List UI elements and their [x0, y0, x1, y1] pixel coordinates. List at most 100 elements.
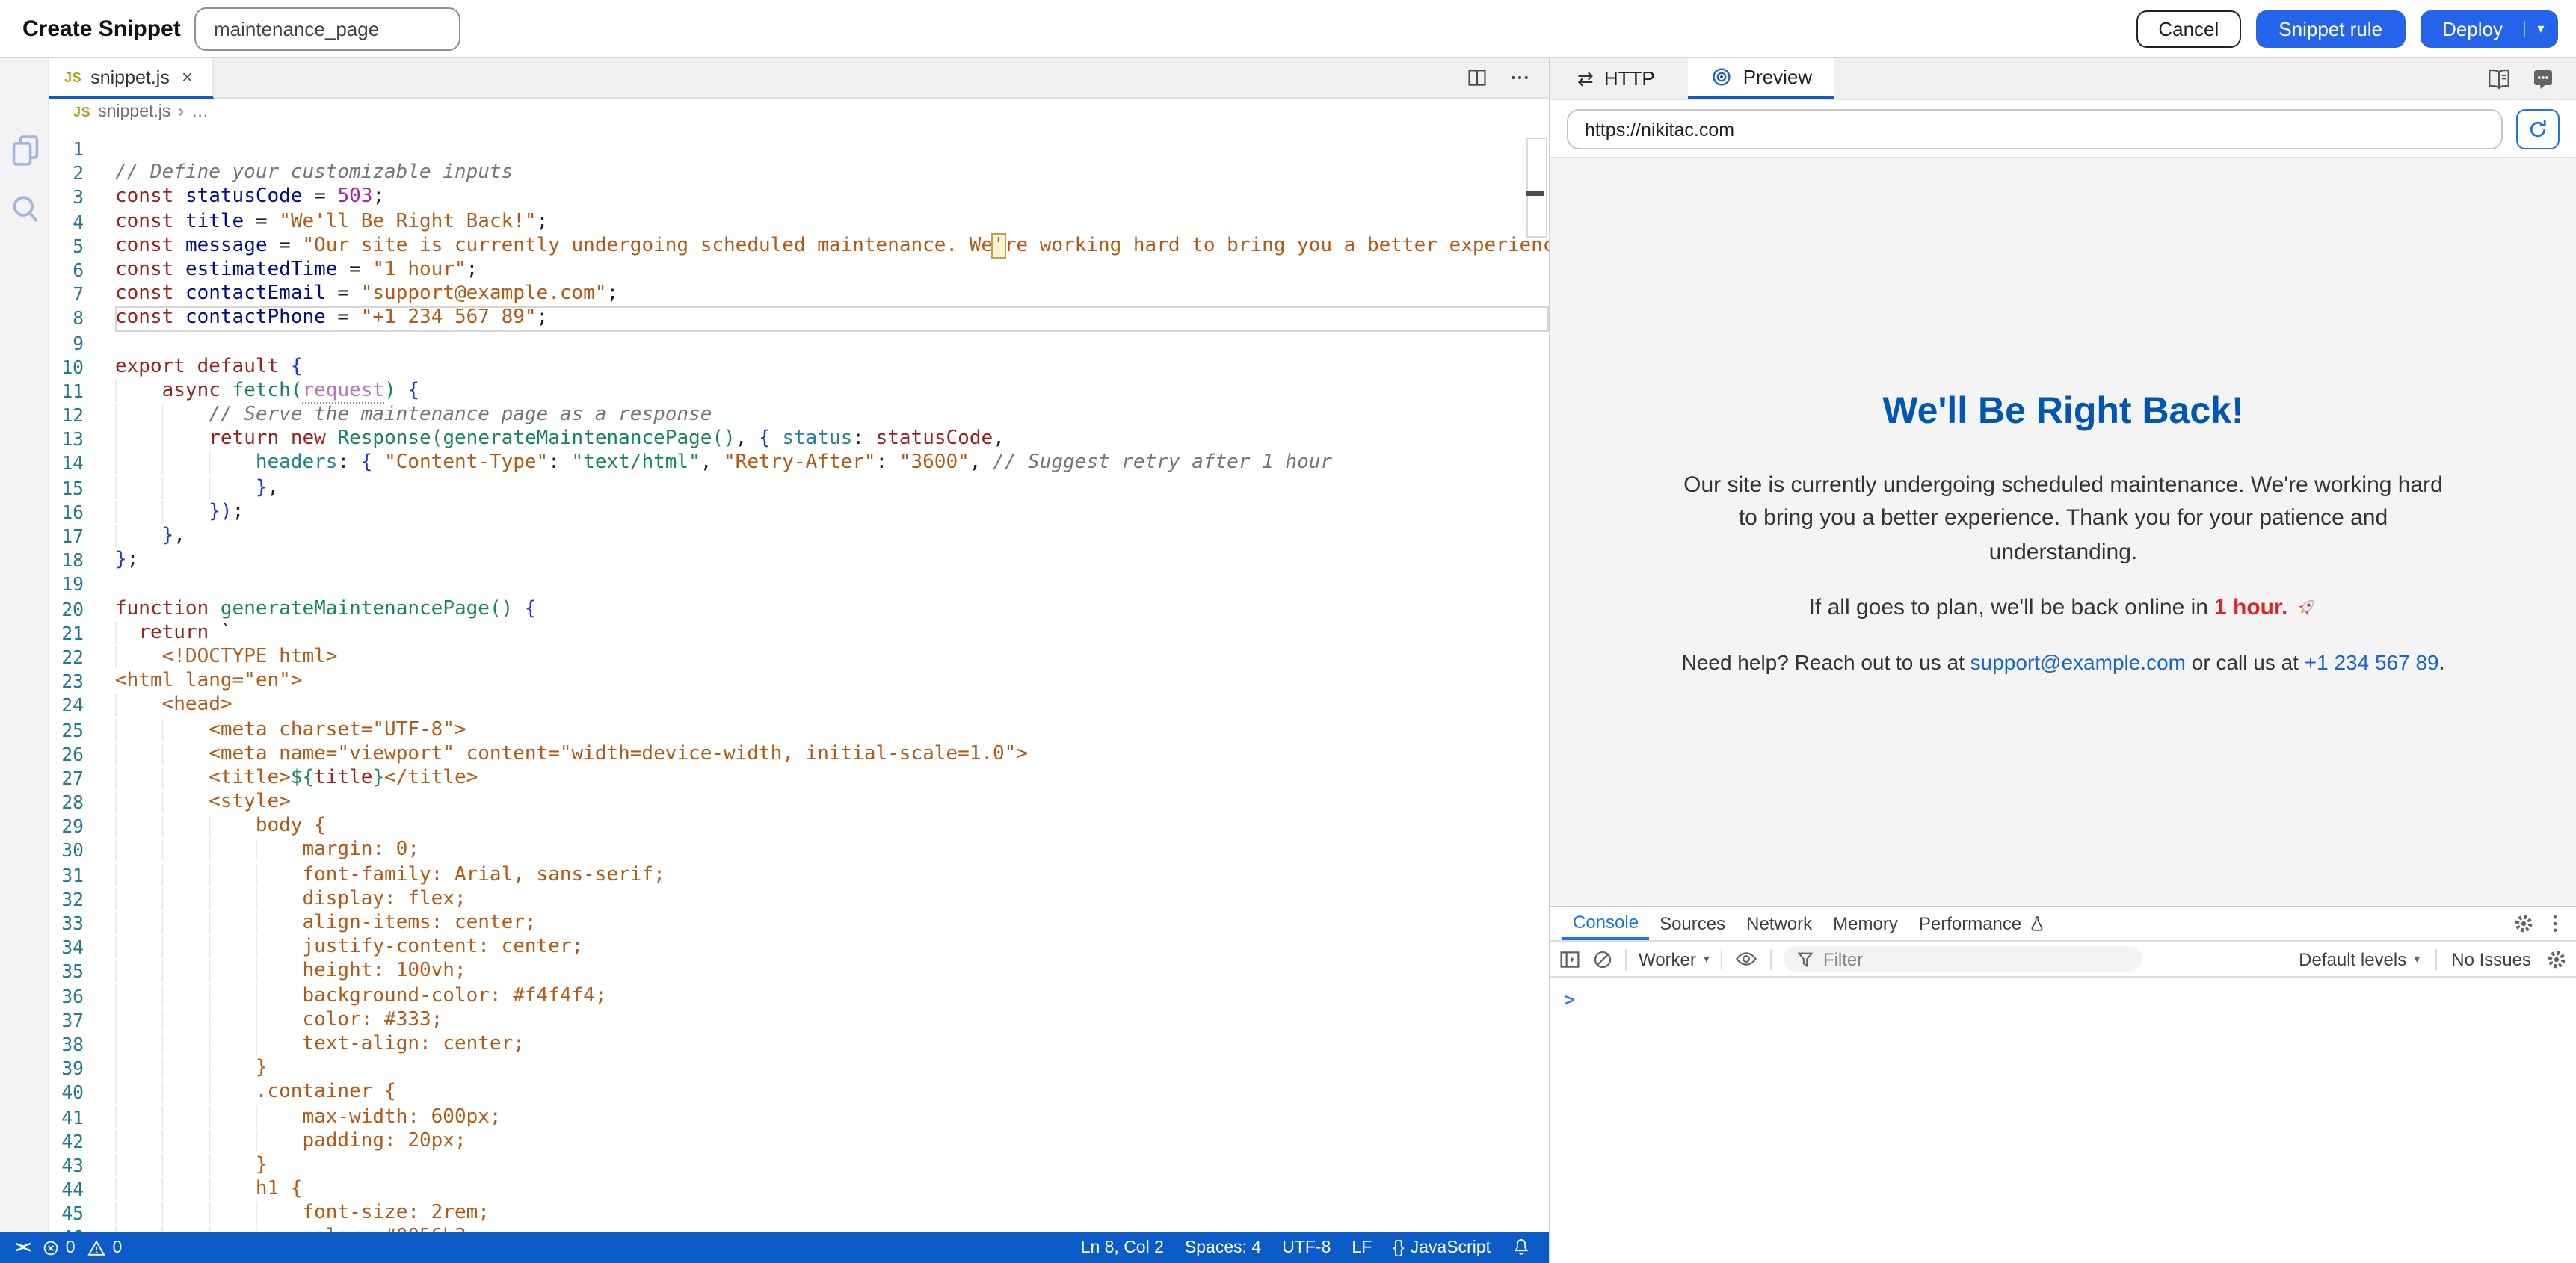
- code-line-36[interactable]: 36 background-color: #f4f4f4;: [49, 984, 1549, 1008]
- code-line-15[interactable]: 15 },: [49, 476, 1549, 500]
- code-line-23[interactable]: 23<html lang="en">: [49, 670, 1549, 694]
- code-line-32[interactable]: 32 display: flex;: [49, 888, 1549, 912]
- language-mode[interactable]: {} JavaScript: [1393, 1238, 1491, 1256]
- snippet-name-input[interactable]: [194, 7, 460, 51]
- code-line-35[interactable]: 35 height: 100vh;: [49, 960, 1549, 984]
- tab-network[interactable]: Network: [1736, 907, 1822, 940]
- code-line-6[interactable]: 6const estimatedTime = "1 hour";: [49, 259, 1549, 282]
- breadcrumb-file[interactable]: snippet.js: [98, 102, 170, 120]
- close-tab-icon[interactable]: ×: [182, 66, 193, 88]
- tab-sources[interactable]: Sources: [1649, 907, 1736, 940]
- docs-book-icon[interactable]: [2486, 67, 2512, 90]
- eol-setting[interactable]: LF: [1352, 1238, 1372, 1256]
- line-number: 2: [49, 161, 115, 185]
- cancel-button[interactable]: Cancel: [2136, 10, 2241, 48]
- code-line-39[interactable]: 39 }: [49, 1057, 1549, 1081]
- code-line-25[interactable]: 25 <meta charset="UTF-8">: [49, 718, 1549, 742]
- cursor-position[interactable]: Ln 8, Col 2: [1081, 1238, 1164, 1256]
- console-filter-input[interactable]: Filter: [1784, 946, 2143, 972]
- indentation-setting[interactable]: Spaces: 4: [1185, 1238, 1261, 1256]
- breadcrumb[interactable]: JS snippet.js › …: [49, 99, 1549, 124]
- line-content: body {: [115, 815, 1549, 839]
- problems-indicator[interactable]: 0 0: [42, 1238, 123, 1256]
- tab-preview[interactable]: Preview: [1688, 58, 1835, 99]
- remote-indicator-icon[interactable]: ><: [15, 1238, 28, 1256]
- tab-snippet-js[interactable]: JS snippet.js ×: [49, 58, 214, 99]
- notifications-bell-icon[interactable]: [1512, 1238, 1531, 1257]
- code-line-19[interactable]: 19: [49, 573, 1549, 597]
- code-line-5[interactable]: 5const message = "Our site is currently …: [49, 235, 1549, 259]
- code-line-40[interactable]: 40 .container {: [49, 1081, 1549, 1105]
- execution-context-selector[interactable]: Worker ▾: [1639, 948, 1710, 969]
- code-line-2[interactable]: 2// Define your customizable inputs: [49, 161, 1549, 185]
- code-line-14[interactable]: 14 headers: { "Content-Type": "text/html…: [49, 452, 1549, 476]
- code-line-42[interactable]: 42 padding: 20px;: [49, 1129, 1549, 1153]
- code-line-38[interactable]: 38 text-align: center;: [49, 1033, 1549, 1057]
- code-line-43[interactable]: 43 }: [49, 1154, 1549, 1178]
- code-line-34[interactable]: 34 justify-content: center;: [49, 936, 1549, 960]
- line-number: 20: [49, 597, 115, 621]
- code-line-12[interactable]: 12 // Serve the maintenance page as a re…: [49, 404, 1549, 427]
- code-line-24[interactable]: 24 <head>: [49, 694, 1549, 718]
- chat-feedback-icon[interactable]: [2531, 67, 2555, 90]
- code-line-1[interactable]: 1: [49, 138, 1549, 161]
- url-input[interactable]: [1567, 109, 2503, 149]
- filter-funnel-icon: [1798, 951, 1814, 966]
- code-line-30[interactable]: 30 margin: 0;: [49, 839, 1549, 863]
- code-line-16[interactable]: 16 });: [49, 501, 1549, 525]
- code-line-31[interactable]: 31 font-family: Arial, sans-serif;: [49, 863, 1549, 887]
- refresh-button[interactable]: [2516, 109, 2560, 149]
- devtools-menu-dots-icon[interactable]: [2552, 913, 2558, 934]
- log-levels-selector[interactable]: Default levels ▾: [2299, 948, 2420, 969]
- deploy-dropdown-button[interactable]: ▾: [2524, 21, 2557, 37]
- search-icon[interactable]: [0, 193, 49, 226]
- tab-performance[interactable]: Performance: [1908, 907, 2056, 940]
- devtools-settings-gear-icon[interactable]: [2513, 913, 2534, 934]
- more-actions-icon[interactable]: [1509, 67, 1531, 88]
- tab-console[interactable]: Console: [1562, 907, 1649, 940]
- phone-link[interactable]: +1 234 567 89: [2305, 651, 2439, 675]
- code-line-45[interactable]: 45 font-size: 2rem;: [49, 1202, 1549, 1226]
- files-icon[interactable]: [0, 133, 49, 169]
- console-settings-gear-icon[interactable]: [2546, 948, 2567, 969]
- code-line-37[interactable]: 37 color: #333;: [49, 1009, 1549, 1033]
- code-line-4[interactable]: 4const title = "We'll Be Right Back!";: [49, 210, 1549, 234]
- eye-watch-icon[interactable]: [1735, 949, 1759, 969]
- error-icon: [42, 1238, 60, 1256]
- code-line-10[interactable]: 10export default {: [49, 355, 1549, 379]
- console-prompt-chevron[interactable]: >: [1564, 989, 1574, 1010]
- code-line-3[interactable]: 3const statusCode = 503;: [49, 186, 1549, 210]
- snippet-rule-button[interactable]: Snippet rule: [2256, 10, 2405, 48]
- code-line-29[interactable]: 29 body {: [49, 815, 1549, 839]
- code-line-8[interactable]: 8const contactPhone = "+1 234 567 89";: [49, 307, 1549, 331]
- support-email-link[interactable]: support@example.com: [1970, 651, 2186, 675]
- console-output[interactable]: >: [1550, 978, 2576, 1010]
- code-line-28[interactable]: 28 <style>: [49, 791, 1549, 815]
- deploy-button[interactable]: Deploy: [2421, 18, 2524, 40]
- code-line-18[interactable]: 18};: [49, 549, 1549, 572]
- code-line-22[interactable]: 22 <!DOCTYPE html>: [49, 646, 1549, 670]
- console-sidebar-toggle-icon[interactable]: [1559, 948, 1580, 969]
- code-line-44[interactable]: 44 h1 {: [49, 1178, 1549, 1202]
- code-line-46[interactable]: 46 color: #0056b3;: [49, 1226, 1549, 1232]
- code-line-20[interactable]: 20function generateMaintenancePage() {: [49, 597, 1549, 621]
- code-line-11[interactable]: 11 async fetch(request) {: [49, 380, 1549, 404]
- split-editor-icon[interactable]: [1467, 67, 1488, 88]
- code-editor[interactable]: 12// Define your customizable inputs3con…: [49, 124, 1549, 1232]
- code-line-27[interactable]: 27 <title>${title}</title>: [49, 767, 1549, 791]
- tab-memory[interactable]: Memory: [1822, 907, 1908, 940]
- issues-counter[interactable]: No Issues: [2451, 948, 2531, 969]
- tab-http[interactable]: ⇄ HTTP: [1571, 58, 1661, 99]
- code-line-26[interactable]: 26 <meta name="viewport" content="width=…: [49, 742, 1549, 766]
- code-line-33[interactable]: 33 align-items: center;: [49, 912, 1549, 936]
- code-line-7[interactable]: 7const contactEmail = "support@example.c…: [49, 282, 1549, 306]
- code-line-9[interactable]: 9: [49, 331, 1549, 355]
- code-line-41[interactable]: 41 max-width: 600px;: [49, 1105, 1549, 1129]
- clear-console-icon[interactable]: [1592, 948, 1613, 969]
- code-line-17[interactable]: 17 },: [49, 525, 1549, 549]
- code-line-21[interactable]: 21 return `: [49, 622, 1549, 646]
- editor-scrollbar[interactable]: [1526, 138, 1547, 238]
- code-line-13[interactable]: 13 return new Response(generateMaintenan…: [49, 428, 1549, 452]
- breadcrumb-more[interactable]: …: [191, 102, 209, 120]
- encoding-setting[interactable]: UTF-8: [1282, 1238, 1331, 1256]
